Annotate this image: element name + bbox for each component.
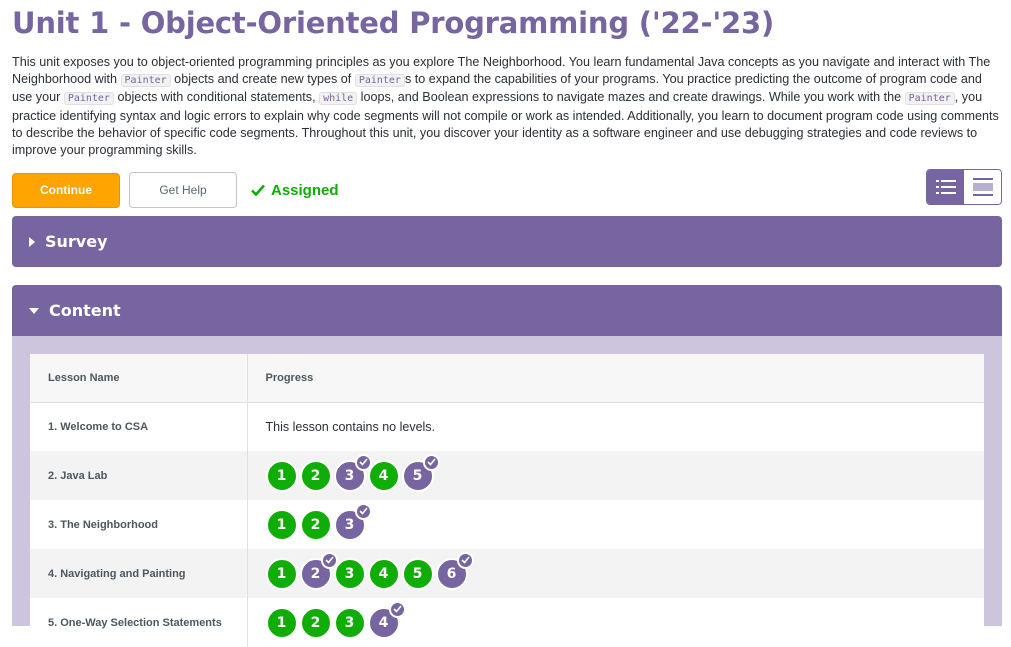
lesson-name[interactable]: 2. Java Lab [30, 451, 247, 501]
list-view-button[interactable] [927, 170, 964, 205]
code-snippet: Painter [120, 74, 171, 88]
level-number: 1 [276, 565, 287, 582]
level-bubble[interactable]: 4 [367, 459, 400, 492]
lesson-progress: 1 2 3 4 [246, 598, 984, 647]
content-section-body: Lesson Name Progress 1. Welcome to CSA T… [12, 336, 1002, 647]
level-bubble[interactable]: 4 [367, 557, 400, 590]
level-number: 3 [344, 565, 355, 582]
caret-down-icon [29, 307, 39, 314]
level-number: 3 [344, 467, 355, 484]
unit-description: This unit exposes you to object-oriented… [12, 54, 1002, 159]
level-number: 1 [276, 516, 287, 533]
page-title: Unit 1 - Object-Oriented Programming ('2… [12, 6, 775, 40]
level-bubble[interactable]: 1 [265, 508, 298, 541]
code-snippet: Painter [354, 74, 405, 88]
level-bubble[interactable]: 2 [299, 459, 332, 492]
progress-bubbles: 1 2 3 [265, 502, 984, 541]
summary-view-button[interactable] [964, 170, 1001, 205]
progress-bubbles: 1 2 3 4 5 6 [265, 551, 984, 590]
level-number: 4 [378, 467, 389, 484]
content-section-header[interactable]: Content [12, 285, 1002, 337]
table-row: 1. Welcome to CSA This lesson contains n… [30, 402, 984, 452]
list-view-icon [935, 180, 956, 195]
description-text: objects with conditional statements, [113, 90, 320, 105]
level-bubble[interactable]: 3 [333, 502, 372, 541]
summary-view-icon [972, 178, 993, 197]
check-badge-icon [422, 453, 440, 471]
level-number: 3 [344, 516, 355, 533]
table-row: 3. The Neighborhood 1 2 3 [30, 500, 984, 550]
description-text: objects and create new types of [170, 72, 355, 87]
level-bubble[interactable]: 2 [299, 508, 332, 541]
table-header-row: Lesson Name Progress [30, 354, 984, 403]
level-bubble[interactable]: 3 [333, 606, 366, 639]
assigned-status: Assigned [251, 182, 339, 199]
get-help-button[interactable]: Get Help [129, 172, 237, 209]
caret-right-icon [29, 236, 35, 247]
lesson-progress: 1 2 3 4 5 6 [246, 549, 984, 599]
assigned-label: Assigned [271, 181, 339, 199]
level-number: 2 [310, 516, 321, 533]
check-badge-icon [456, 551, 474, 569]
code-snippet: Painter [63, 92, 114, 106]
description-text: loops, and Boolean expressions to naviga… [357, 90, 905, 105]
survey-label: Survey [45, 232, 108, 252]
level-bubble[interactable]: 5 [401, 453, 440, 492]
lesson-name[interactable]: 1. Welcome to CSA [30, 402, 247, 451]
level-number: 1 [276, 614, 287, 631]
level-number: 6 [446, 565, 457, 582]
level-bubble[interactable]: 3 [333, 557, 366, 590]
lesson-table: Lesson Name Progress 1. Welcome to CSA T… [30, 354, 984, 647]
level-number: 1 [276, 467, 287, 484]
content-label: Content [49, 301, 121, 321]
action-bar: Continue Get Help Assigned [12, 169, 1002, 209]
lesson-progress: 1 2 3 [246, 500, 984, 550]
level-number: 2 [310, 467, 321, 484]
progress-header: Progress [246, 354, 984, 403]
lesson-name[interactable]: 5. One-Way Selection Statements [30, 598, 247, 647]
lesson-progress-note: This lesson contains no levels. [246, 402, 984, 452]
checkmark-icon [251, 184, 265, 197]
level-number: 5 [412, 467, 423, 484]
code-snippet: Painter [904, 92, 955, 106]
table-row: 2. Java Lab 1 2 3 4 5 [30, 451, 984, 501]
table-row: 4. Navigating and Painting 1 2 3 4 5 6 [30, 549, 984, 599]
unit-page: Unit 1 - Object-Oriented Programming ('2… [0, 0, 1011, 647]
level-number: 2 [310, 565, 321, 582]
survey-section-header[interactable]: Survey [12, 216, 1002, 268]
level-number: 3 [344, 614, 355, 631]
progress-bubbles: 1 2 3 4 5 [265, 453, 984, 492]
level-number: 4 [378, 614, 389, 631]
lesson-name[interactable]: 4. Navigating and Painting [30, 549, 247, 599]
level-bubble[interactable]: 4 [367, 600, 406, 639]
level-bubble[interactable]: 1 [265, 459, 298, 492]
check-badge-icon [388, 600, 406, 618]
check-badge-icon [354, 502, 372, 520]
table-row: 5. One-Way Selection Statements 1 2 3 4 [30, 598, 984, 647]
level-number: 5 [412, 565, 423, 582]
lesson-name[interactable]: 3. The Neighborhood [30, 500, 247, 549]
progress-bubbles: 1 2 3 4 [265, 600, 984, 639]
view-toggle [926, 169, 1002, 206]
lesson-name-header: Lesson Name [30, 354, 247, 403]
code-snippet: while [319, 92, 358, 106]
level-bubble[interactable]: 5 [401, 557, 434, 590]
continue-button[interactable]: Continue [12, 172, 120, 208]
level-bubble[interactable]: 3 [333, 453, 372, 492]
level-bubble[interactable]: 1 [265, 606, 298, 639]
level-bubble[interactable]: 6 [435, 551, 474, 590]
level-bubble[interactable]: 2 [299, 606, 332, 639]
level-number: 4 [378, 565, 389, 582]
level-bubble[interactable]: 1 [265, 557, 298, 590]
level-bubble[interactable]: 2 [299, 551, 338, 590]
level-number: 2 [310, 614, 321, 631]
lesson-progress: 1 2 3 4 5 [246, 451, 984, 501]
